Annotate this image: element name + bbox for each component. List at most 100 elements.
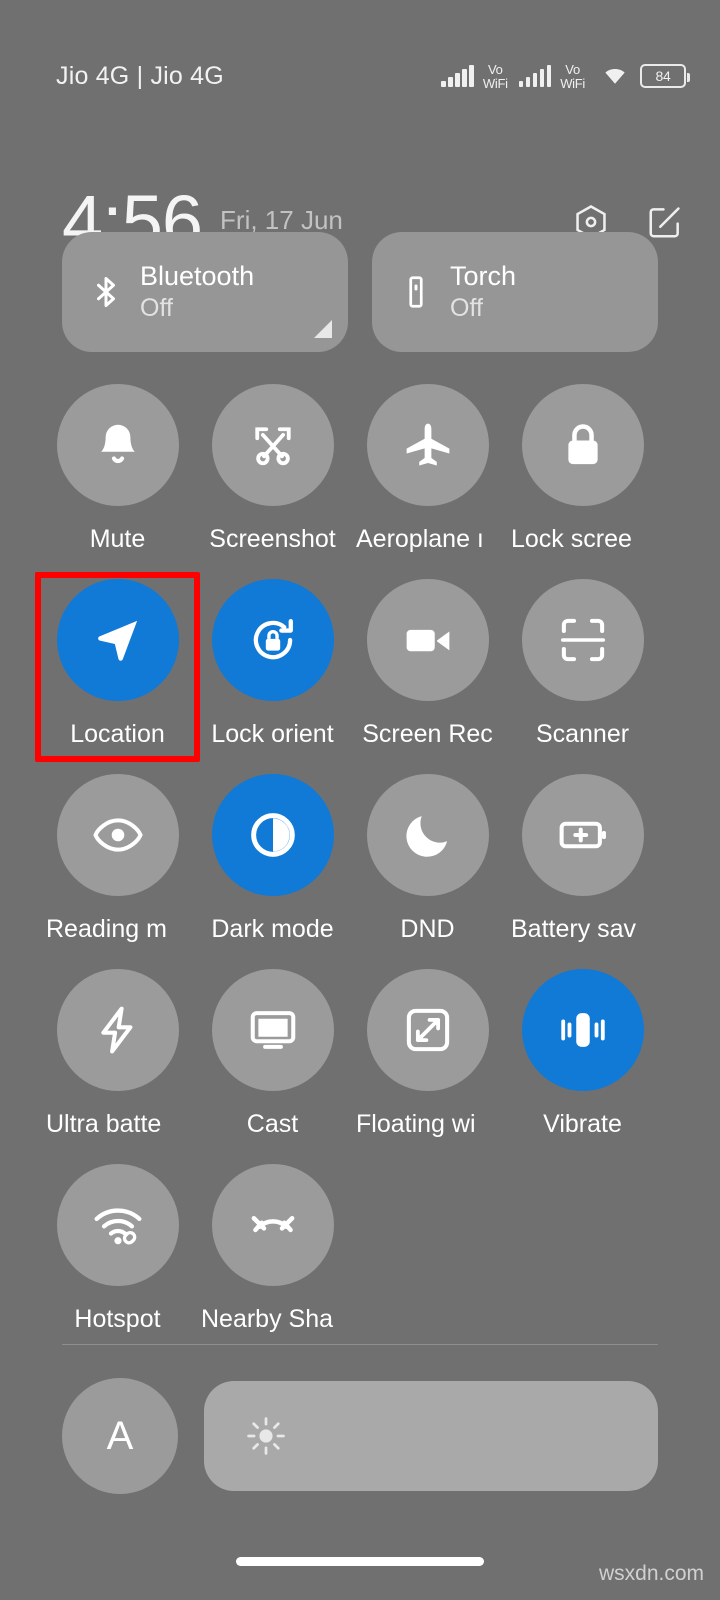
tile-label: Location xyxy=(70,720,165,748)
vowifi-sim1-top: Vo xyxy=(488,61,503,77)
expand-corner-icon[interactable] xyxy=(314,320,332,338)
tile-label: Vibrate xyxy=(543,1110,622,1138)
tile-empty-slot xyxy=(350,1164,505,1359)
big-tile-torch[interactable]: Torch Off xyxy=(372,232,658,352)
lightning-bolt-icon xyxy=(100,1006,132,1054)
tile-ultra-battery-saver[interactable]: Ultra batte xyxy=(40,969,195,1164)
location-arrow-icon xyxy=(97,620,137,661)
moon-icon xyxy=(405,816,447,857)
tile-vibrate[interactable]: Vibrate xyxy=(505,969,660,1164)
auto-brightness-button[interactable]: A xyxy=(62,1378,178,1494)
monitor-icon xyxy=(250,1011,295,1049)
tile-circle[interactable] xyxy=(366,969,489,1091)
brightness-row: A xyxy=(0,1378,720,1494)
camcorder-icon xyxy=(406,629,449,652)
tile-circle[interactable] xyxy=(211,774,334,896)
tile-circle[interactable] xyxy=(211,969,334,1091)
tile-circle[interactable] xyxy=(521,969,644,1091)
battery-plus-icon xyxy=(559,821,606,849)
vowifi-sim2-indicator: Vo WiFi xyxy=(560,63,585,90)
quick-settings-panel: Jio 4G | Jio 4G Vo WiFi Vo WiFi 84 4:56 … xyxy=(0,0,720,1600)
tile-circle[interactable] xyxy=(366,774,489,896)
tile-aeroplane-mode[interactable]: Aeroplane ı xyxy=(350,384,505,579)
tile-nearby-share[interactable]: Nearby Sha xyxy=(195,1164,350,1359)
aeroplane-icon xyxy=(406,423,449,466)
tile-circle[interactable] xyxy=(56,774,179,896)
carrier-label: Jio 4G | Jio 4G xyxy=(56,61,224,90)
screenshot-icon xyxy=(254,427,291,466)
tile-label: Lock orient xyxy=(211,720,334,748)
tile-label: DND xyxy=(400,915,455,943)
tile-circle[interactable] xyxy=(521,384,644,506)
tile-circle[interactable] xyxy=(366,384,489,506)
tile-circle[interactable] xyxy=(211,579,334,701)
tile-circle[interactable] xyxy=(56,384,179,506)
tile-circle[interactable] xyxy=(521,579,644,701)
big-tile-title: Bluetooth xyxy=(140,261,255,291)
tile-scanner[interactable]: Scanner xyxy=(505,579,660,774)
torch-icon xyxy=(409,276,423,308)
tile-label: Reading m xyxy=(46,915,167,943)
tile-label: Nearby Sha xyxy=(201,1305,334,1333)
tile-row: Mute Screenshot Aeroplane ı Lock scree xyxy=(40,384,680,579)
bluetooth-icon xyxy=(97,277,115,307)
tile-circle[interactable] xyxy=(521,774,644,896)
tile-empty-slot xyxy=(505,1164,660,1359)
big-tile-status: Off xyxy=(140,294,173,322)
vowifi-sim1-bottom: WiFi xyxy=(482,75,508,91)
vibrate-icon xyxy=(560,1013,605,1047)
tile-circle[interactable] xyxy=(56,969,179,1091)
nearby-share-icon xyxy=(251,1216,294,1233)
brightness-sun-icon xyxy=(247,1417,285,1455)
tile-lock-screen[interactable]: Lock scree xyxy=(505,384,660,579)
big-tile-bluetooth[interactable]: Bluetooth Off xyxy=(62,232,348,352)
tile-dnd[interactable]: DND xyxy=(350,774,505,969)
eye-icon xyxy=(92,818,143,852)
tile-circle[interactable] xyxy=(366,579,489,701)
tile-hotspot[interactable]: Hotspot xyxy=(40,1164,195,1359)
tile-location[interactable]: Location xyxy=(40,579,195,774)
tile-label: Aeroplane ı xyxy=(356,525,484,553)
lock-icon xyxy=(567,424,598,465)
tile-battery-saver[interactable]: Battery sav xyxy=(505,774,660,969)
vowifi-sim2-top: Vo xyxy=(565,61,580,77)
tile-row: Hotspot Nearby Sha xyxy=(40,1164,680,1359)
home-indicator[interactable] xyxy=(236,1557,484,1566)
edit-pencil-icon[interactable] xyxy=(646,203,684,241)
tile-cast[interactable]: Cast xyxy=(195,969,350,1164)
tile-dark-mode[interactable]: Dark mode xyxy=(195,774,350,969)
floating-window-icon xyxy=(406,1008,449,1052)
tile-lock-orientation[interactable]: Lock orient xyxy=(195,579,350,774)
tile-mute[interactable]: Mute xyxy=(40,384,195,579)
big-tiles-row: Bluetooth Off Torch Off xyxy=(0,232,720,352)
tile-circle[interactable] xyxy=(56,1164,179,1286)
big-tile-status: Off xyxy=(450,294,483,322)
brightness-slider[interactable] xyxy=(204,1381,658,1491)
tile-circle[interactable] xyxy=(211,1164,334,1286)
tile-label: Floating wi xyxy=(356,1110,476,1138)
vowifi-sim2-bottom: WiFi xyxy=(560,75,585,91)
status-bar: Jio 4G | Jio 4G Vo WiFi Vo WiFi 84 xyxy=(0,0,720,152)
wifi-icon xyxy=(605,69,625,84)
tile-label: Ultra batte xyxy=(46,1110,162,1138)
tile-circle[interactable] xyxy=(211,384,334,506)
bell-icon xyxy=(100,424,135,464)
tile-label: Mute xyxy=(89,525,146,553)
tile-label: Dark mode xyxy=(211,915,334,943)
tile-label: Screenshot xyxy=(209,525,336,553)
tile-row: Location Lock orient Screen Rec Scanner xyxy=(40,579,680,774)
battery-icon: 84 xyxy=(640,64,690,88)
signal-strength-sim2-icon xyxy=(518,65,552,87)
vowifi-sim1-indicator: Vo WiFi xyxy=(483,63,508,90)
tile-floating-window[interactable]: Floating wi xyxy=(350,969,505,1164)
auto-brightness-label: A xyxy=(106,1413,134,1458)
tile-circle[interactable] xyxy=(56,579,179,701)
tile-label: Screen Rec xyxy=(362,720,493,748)
tile-label: Lock scree xyxy=(511,525,632,553)
watermark: wsxdn.com xyxy=(598,1562,704,1585)
tile-screenshot[interactable]: Screenshot xyxy=(195,384,350,579)
quick-settings-tiles: Mute Screenshot Aeroplane ı Lock scree L… xyxy=(0,384,720,1359)
tile-screen-recorder[interactable]: Screen Rec xyxy=(350,579,505,774)
tile-reading-mode[interactable]: Reading m xyxy=(40,774,195,969)
tile-row: Reading m Dark mode DND Battery sav xyxy=(40,774,680,969)
